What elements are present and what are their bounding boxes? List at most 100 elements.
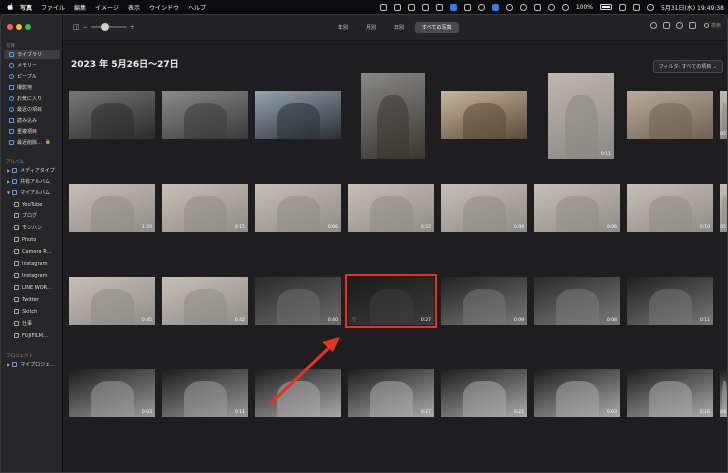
zoom-slider-knob[interactable] [100,23,109,31]
photo-thumbnail[interactable]: 0:15 [162,184,248,232]
battery-icon[interactable] [600,4,612,10]
photo-thumbnail[interactable] [255,91,341,139]
status-app-icon[interactable] [519,3,527,11]
chevron-right-icon[interactable]: ▶ [7,179,10,184]
tab-years[interactable]: 年別 [331,22,355,33]
photo-thumbnail[interactable]: 0:16 [627,369,713,417]
photo-thumbnail[interactable] [255,369,341,417]
chevron-down-icon[interactable]: ▼ [7,190,10,195]
sidebar-item-people[interactable]: ピープル [4,72,60,81]
status-app-icon[interactable] [393,3,401,11]
tab-all-photos[interactable]: すべての写真 [415,22,459,33]
status-app-icon[interactable] [533,3,541,11]
sidebar-item-my-projects[interactable]: ▶ マイプロジェ… [4,360,60,369]
tab-days[interactable]: 日別 [387,22,411,33]
sidebar-item-recents[interactable]: 最近の項目 [4,105,60,114]
sidebar-album[interactable]: Instagram [4,259,60,268]
bluetooth-icon[interactable] [547,3,555,11]
sidebar-album[interactable]: モンハン [4,223,60,232]
photo-thumbnail[interactable]: 0:42 [162,277,248,325]
info-icon[interactable] [649,22,657,29]
photo-thumbnail[interactable]: 0:06 [534,184,620,232]
status-app-icon[interactable] [505,3,513,11]
menu-edit[interactable]: 編集 [74,3,86,12]
photo-thumbnail[interactable]: 0:05 [720,184,727,232]
photo-thumbnail[interactable]: 0:11 [548,73,614,159]
sidebar-item-recently-deleted[interactable]: 最近削除… 🔒 [4,138,60,147]
photo-thumbnail[interactable]: 0:40 [255,277,341,325]
search-field[interactable]: 検索 [703,22,721,29]
zoom-in-icon[interactable]: + [130,24,135,31]
sidebar-album[interactable]: Camera R… [4,247,60,256]
photo-thumbnail[interactable]: 0:10 [627,184,713,232]
photo-thumbnail[interactable] [69,91,155,139]
photo-thumbnail[interactable]: 0:09 [441,277,527,325]
rotate-icon[interactable] [688,22,696,29]
status-app-icon[interactable] [407,3,415,11]
menu-view[interactable]: 表示 [128,3,140,12]
menu-image[interactable]: イメージ [95,3,119,12]
photo-thumbnail[interactable]: 0:04 [720,369,727,417]
filter-dropdown[interactable]: フィルタ: すべての項目 ⌄ [652,60,723,73]
sidebar-item-duplicates[interactable]: 重複項目 [4,127,60,136]
sidebar-album[interactable]: YouTube [4,200,60,209]
wifi-icon[interactable] [561,3,569,11]
sidebar-item-my-albums[interactable]: ▼ マイアルバム [4,188,60,197]
sidebar-item-media-types[interactable]: ▶ メディアタイプ [4,166,60,175]
clock[interactable]: 5月31日(水) 19:49:38 [661,3,724,12]
minimize-button[interactable] [16,24,22,30]
sidebar-album[interactable]: FUJIFILM… [4,331,60,340]
photo-thumbnail[interactable]: 0:03 [534,369,620,417]
chevron-right-icon[interactable]: ▶ [7,168,10,173]
photo-thumbnail[interactable]: 0:05 [720,91,727,139]
zoom-out-icon[interactable]: − [83,24,88,31]
zoom-slider[interactable] [90,23,127,31]
menu-window[interactable]: ウインドウ [149,3,179,12]
status-app-icon[interactable] [421,3,429,11]
status-app-icon[interactable] [477,3,485,11]
apple-icon[interactable] [6,3,14,11]
photo-thumbnail[interactable] [441,91,527,139]
status-app-icon[interactable] [463,3,471,11]
heart-icon[interactable] [675,22,683,29]
sidebar-item-favorites[interactable]: お気に入り [4,94,60,103]
status-app-icon[interactable] [491,3,499,11]
sidebar-album[interactable]: 仕事 [4,319,60,328]
sidebar-album[interactable]: Photo [4,235,60,244]
photo-thumbnail[interactable]: 0:22 [441,369,527,417]
sidebar-album[interactable]: Instagram [4,271,60,280]
photo-thumbnail[interactable]: 0:06 [255,184,341,232]
photo-thumbnail[interactable]: 0:04 [441,184,527,232]
zoom-button[interactable] [25,24,31,30]
sidebar-item-imports[interactable]: 読み込み [4,116,60,125]
photo-thumbnail[interactable]: 0:03 [69,369,155,417]
photo-thumbnail[interactable]: 0:45 [69,277,155,325]
sidebar-album[interactable]: Twitter [4,295,60,304]
photo-thumbnail[interactable] [627,91,713,139]
photo-thumbnail[interactable]: 0:11 [627,277,713,325]
menu-help[interactable]: ヘルプ [188,3,206,12]
sidebar-item-shared-albums[interactable]: ▶ 共有アルバム [4,177,60,186]
close-button[interactable] [7,24,13,30]
photo-thumbnail[interactable]: 1:20 [69,184,155,232]
control-center-icon[interactable] [633,3,640,11]
sidebar-toggle-icon[interactable]: ◫ [73,23,80,31]
sidebar-album[interactable]: LINE WOR… [4,283,60,292]
search-icon[interactable] [619,3,626,11]
sidebar-item-library[interactable]: ライブラリ [4,50,60,59]
status-app-icon[interactable] [379,3,387,11]
photo-thumbnail[interactable]: 0:22 [348,184,434,232]
photo-thumbnail[interactable]: 0:08 [534,277,620,325]
share-icon[interactable] [662,22,670,29]
chevron-right-icon[interactable]: ▶ [7,362,10,367]
sidebar-item-places[interactable]: 撮影地 [4,83,60,92]
photo-thumbnail[interactable]: 0:27 [348,369,434,417]
photo-thumbnail[interactable] [162,91,248,139]
menu-photos[interactable]: 写真 [20,3,32,12]
sidebar-album[interactable]: ブログ [4,211,60,220]
menu-file[interactable]: ファイル [41,3,65,12]
keyboard-input-icon[interactable] [449,3,457,11]
photo-thumbnail[interactable]: 0:11 [162,369,248,417]
sidebar-item-memories[interactable]: メモリー [4,61,60,70]
photo-thumbnail[interactable] [361,73,425,159]
